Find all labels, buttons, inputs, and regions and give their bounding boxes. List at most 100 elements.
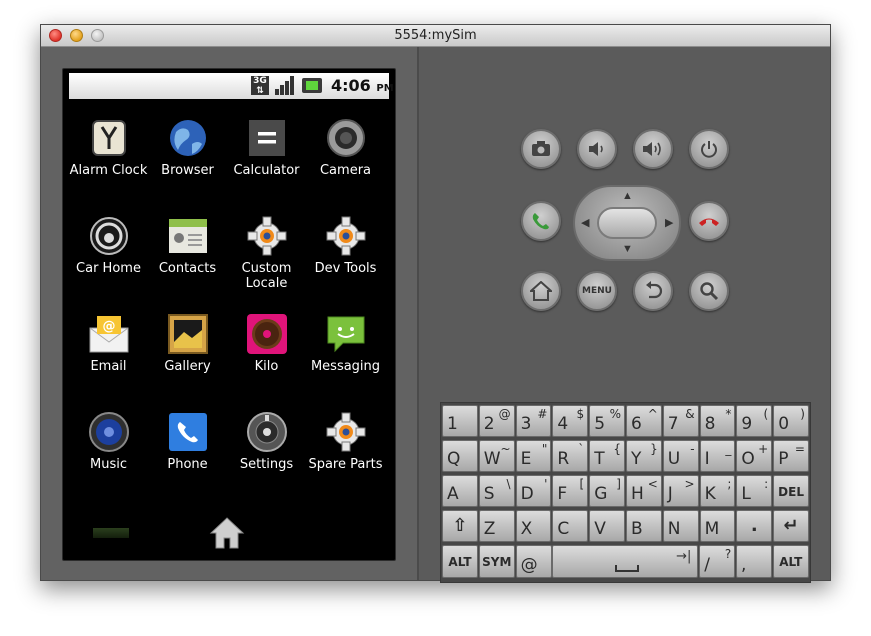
app-settings[interactable]: Settings: [227, 411, 306, 506]
key-1[interactable]: 1: [442, 405, 478, 437]
key-alt-label: ?: [724, 547, 732, 561]
key-p[interactable]: P =: [773, 440, 809, 472]
key-f[interactable]: F[: [552, 475, 589, 507]
key-c[interactable]: C: [552, 510, 589, 542]
key-label: T: [594, 449, 605, 469]
key-m[interactable]: M: [699, 510, 736, 542]
app-calculator[interactable]: Calculator: [227, 117, 306, 212]
key-v[interactable]: V: [589, 510, 625, 542]
key-9[interactable]: 9(: [736, 405, 773, 437]
back-button[interactable]: [633, 271, 673, 311]
key-[interactable]: ↵: [773, 510, 809, 542]
app-messaging[interactable]: Messaging: [306, 313, 385, 408]
key-label: 0: [778, 414, 790, 434]
dpad-left-arrow-icon[interactable]: ◀: [581, 216, 589, 229]
key-t[interactable]: T{: [589, 440, 625, 472]
app-camera[interactable]: Camera: [306, 117, 385, 212]
app-phone[interactable]: Phone: [148, 411, 227, 506]
key-k[interactable]: K;: [699, 475, 736, 507]
app-browser[interactable]: Browser: [148, 117, 227, 212]
key-s[interactable]: S \: [478, 475, 515, 507]
key-space[interactable]: →|: [552, 545, 699, 578]
key-alt-label: <: [647, 477, 658, 491]
donut-icon: [246, 313, 288, 355]
key-h[interactable]: H <: [626, 475, 662, 507]
home-icon[interactable]: [209, 516, 245, 550]
search-button[interactable]: [689, 271, 729, 311]
key-6[interactable]: 6 ^: [626, 405, 662, 437]
window-title: 5554:mySim: [394, 28, 477, 43]
key-label: ⇧: [452, 515, 468, 536]
steering-wheel-icon: [88, 215, 130, 257]
key-a[interactable]: A: [442, 475, 478, 507]
camera-button[interactable]: [521, 129, 561, 169]
key-comma[interactable]: ,: [736, 545, 772, 578]
home-button[interactable]: [521, 271, 561, 311]
key-n[interactable]: N: [662, 510, 699, 542]
key-label: ,: [741, 555, 747, 575]
network-3g-icon: 3G ⇅: [251, 76, 269, 96]
app-label: Messaging: [310, 359, 381, 374]
app-label: Phone: [167, 457, 208, 472]
app-spare-parts[interactable]: Spare Parts: [306, 411, 385, 506]
key-b[interactable]: B: [626, 510, 662, 542]
dpad-center-button[interactable]: [597, 207, 657, 239]
volume-down-button[interactable]: [577, 129, 617, 169]
settings-knob-icon: [246, 411, 288, 453]
key-slash[interactable]: /?: [699, 545, 736, 578]
end-call-button[interactable]: [689, 201, 729, 241]
call-button[interactable]: [521, 201, 561, 241]
app-alarm-clock[interactable]: Alarm Clock: [69, 117, 148, 212]
key-sym[interactable]: SYM: [478, 545, 515, 578]
app-contacts[interactable]: Contacts: [148, 215, 227, 310]
key-5[interactable]: 5%: [589, 405, 625, 437]
key-z[interactable]: Z: [478, 510, 515, 542]
app-custom-locale[interactable]: Custom Locale: [227, 215, 306, 310]
key-i[interactable]: I _: [699, 440, 736, 472]
key-del[interactable]: DEL: [773, 475, 809, 507]
key-w[interactable]: W ~: [478, 440, 515, 472]
picture-frame-icon: [167, 313, 209, 355]
home-key-icon: [530, 281, 552, 301]
key-2[interactable]: 2 @: [478, 405, 515, 437]
app-kilo[interactable]: Kilo: [227, 313, 306, 408]
key-g[interactable]: G]: [589, 475, 625, 507]
key-x[interactable]: X: [515, 510, 552, 542]
app-email[interactable]: @ Email: [69, 313, 148, 408]
menu-button[interactable]: MENU: [577, 271, 617, 311]
key-label: 8: [704, 414, 716, 434]
key-y[interactable]: Y}: [626, 440, 662, 472]
key-o[interactable]: O +: [736, 440, 773, 472]
key-3[interactable]: 3 #: [515, 405, 552, 437]
key-label: N: [667, 519, 681, 539]
key-l[interactable]: L:: [736, 475, 773, 507]
dpad-up-arrow-icon[interactable]: ▲: [622, 190, 633, 202]
key-e[interactable]: E ": [515, 440, 552, 472]
key-d[interactable]: D ': [515, 475, 552, 507]
key-[interactable]: ⇧: [442, 510, 478, 542]
app-dev-tools[interactable]: Dev Tools: [306, 215, 385, 310]
key-alt-label: &: [685, 407, 695, 421]
key-u[interactable]: U-: [662, 440, 699, 472]
key-r[interactable]: R `: [552, 440, 589, 472]
key-alt-left[interactable]: ALT: [442, 545, 478, 578]
key-7[interactable]: 7 &: [662, 405, 699, 437]
key-0[interactable]: 0): [773, 405, 809, 437]
power-button[interactable]: [689, 129, 729, 169]
key-j[interactable]: J >: [662, 475, 699, 507]
key-label: 9: [741, 414, 753, 434]
dpad[interactable]: ▲ ▼ ◀ ▶: [573, 185, 681, 261]
key-alt-right[interactable]: ALT: [772, 545, 809, 578]
key-4[interactable]: 4 $: [552, 405, 589, 437]
volume-up-button[interactable]: [633, 129, 673, 169]
key-[interactable]: .: [736, 510, 773, 542]
app-music[interactable]: Music: [69, 411, 148, 506]
key-alt-label: +: [758, 442, 769, 456]
dpad-down-arrow-icon[interactable]: ▼: [622, 243, 633, 255]
key-8[interactable]: 8 *: [699, 405, 736, 437]
dpad-right-arrow-icon[interactable]: ▶: [665, 216, 673, 229]
app-gallery[interactable]: Gallery: [148, 313, 227, 408]
app-car-home[interactable]: Car Home: [69, 215, 148, 310]
key-at[interactable]: @: [515, 545, 552, 578]
key-q[interactable]: Q: [442, 440, 478, 472]
